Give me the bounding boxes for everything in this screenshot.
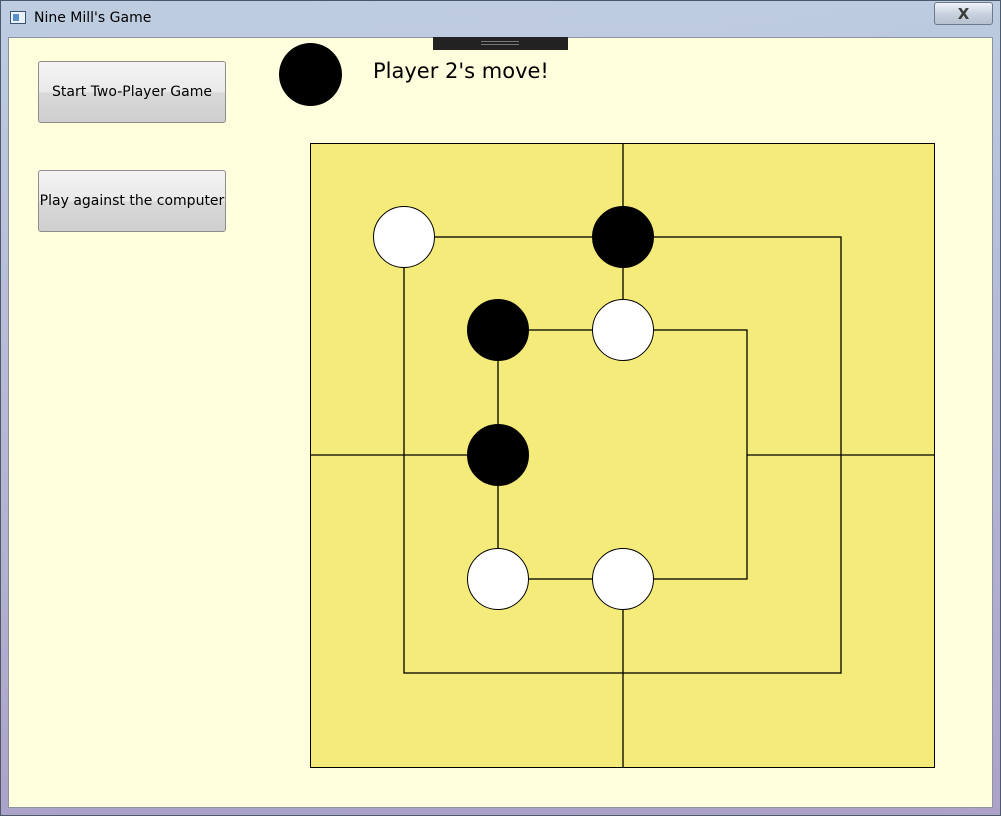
white-piece[interactable] bbox=[373, 206, 435, 268]
app-icon bbox=[10, 11, 26, 24]
white-piece[interactable] bbox=[592, 299, 654, 361]
window-title: Nine Mill's Game bbox=[34, 10, 152, 26]
title-bar[interactable]: Nine Mill's Game X bbox=[0, 0, 1001, 37]
black-piece[interactable] bbox=[467, 299, 529, 361]
status-message: Player 2's move! bbox=[373, 59, 549, 83]
play-against-computer-button[interactable]: Play against the computer bbox=[38, 170, 226, 232]
close-button[interactable]: X bbox=[934, 2, 993, 25]
white-piece[interactable] bbox=[467, 548, 529, 610]
current-player-indicator bbox=[279, 43, 342, 106]
start-two-player-game-button[interactable]: Start Two-Player Game bbox=[38, 61, 226, 123]
top-grip-handle[interactable] bbox=[433, 37, 568, 50]
black-piece[interactable] bbox=[592, 206, 654, 268]
black-piece[interactable] bbox=[467, 424, 529, 486]
game-board[interactable] bbox=[310, 143, 935, 768]
white-piece[interactable] bbox=[592, 548, 654, 610]
